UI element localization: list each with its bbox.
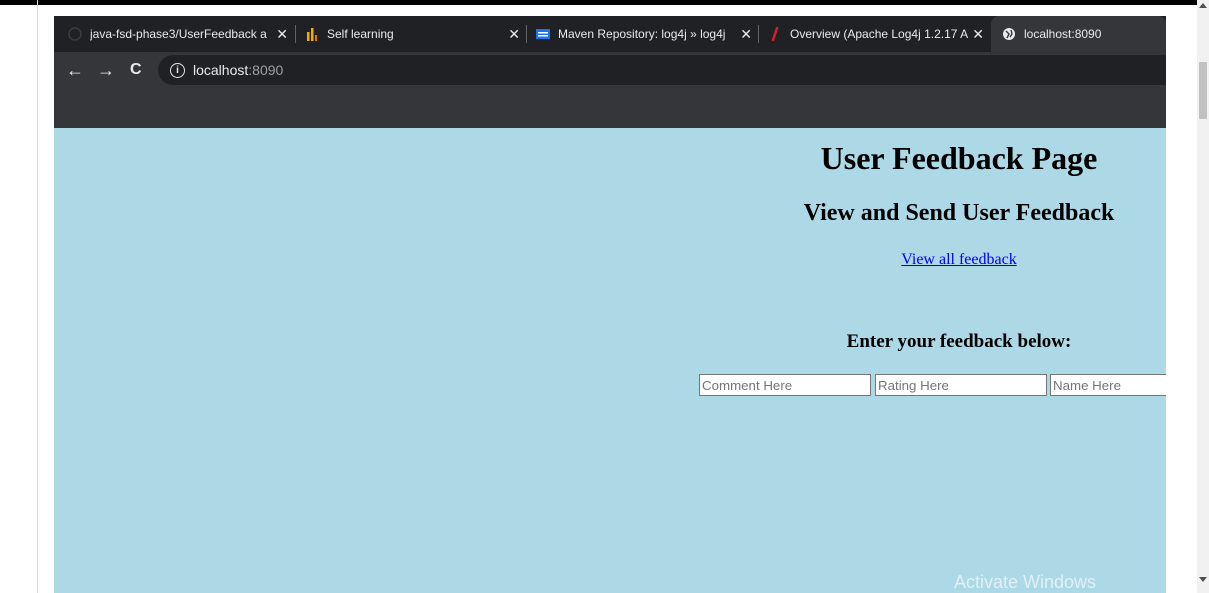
globe-icon — [1002, 27, 1016, 41]
scrollbar-thumb[interactable] — [1199, 62, 1207, 119]
top-border — [0, 0, 1209, 5]
left-divider — [37, 0, 38, 593]
scroll-down-arrow-icon[interactable] — [1199, 577, 1207, 582]
name-input[interactable] — [1050, 374, 1166, 396]
tab-maven[interactable]: Maven Repository: log4j » log4j ✕ — [536, 16, 758, 52]
page-body: User Feedback Page View and Send User Fe… — [54, 128, 1166, 593]
tab-separator — [295, 25, 296, 43]
tab-separator — [526, 25, 527, 43]
tab-github[interactable]: java-fsd-phase3/UserFeedback a ✕ — [68, 16, 294, 52]
back-arrow-icon[interactable]: ← — [66, 61, 84, 79]
activate-windows-watermark: Activate Windows — [954, 572, 1097, 592]
github-icon — [68, 27, 82, 41]
browser-toolbar: ← → C i localhost:8090 — [54, 52, 1166, 90]
close-tab-icon[interactable]: ✕ — [508, 26, 520, 43]
view-all-feedback-link[interactable]: View all feedback — [699, 251, 1166, 269]
tab-localhost[interactable]: localhost:8090 — [991, 16, 1166, 52]
maven-icon — [536, 27, 550, 41]
tab-title: Maven Repository: log4j » log4j — [558, 27, 726, 41]
tab-log4j-overview[interactable]: Overview (Apache Log4j 1.2.17 A ✕ — [768, 16, 990, 52]
url-host: localhost — [193, 62, 249, 78]
chart-icon — [305, 27, 319, 41]
url-port: :8090 — [248, 62, 284, 78]
tab-strip: java-fsd-phase3/UserFeedback a ✕ Self le… — [54, 16, 1166, 52]
tab-self-learning[interactable]: Self learning ✕ — [305, 16, 526, 52]
tab-title: Self learning — [327, 27, 394, 41]
browser-chrome: java-fsd-phase3/UserFeedback a ✕ Self le… — [54, 16, 1166, 128]
feather-icon — [768, 27, 782, 41]
comment-input[interactable] — [699, 374, 871, 396]
close-tab-icon[interactable]: ✕ — [740, 26, 752, 43]
reload-icon[interactable]: C — [130, 61, 142, 79]
page-title: User Feedback Page — [820, 140, 1098, 176]
rating-input[interactable] — [875, 374, 1047, 396]
close-tab-icon[interactable]: ✕ — [972, 26, 984, 43]
forward-arrow-icon[interactable]: → — [97, 61, 115, 79]
page-subtitle: View and Send User Feedback — [803, 200, 1115, 226]
tab-title: localhost:8090 — [1024, 27, 1102, 41]
close-tab-icon[interactable]: ✕ — [276, 26, 288, 43]
tab-title: java-fsd-phase3/UserFeedback a — [90, 27, 267, 41]
tab-title: Overview (Apache Log4j 1.2.17 A — [790, 27, 969, 41]
vertical-scrollbar[interactable] — [1197, 0, 1209, 593]
form-heading: Enter your feedback below: — [846, 331, 1072, 352]
site-info-icon[interactable]: i — [170, 62, 185, 78]
address-bar[interactable]: i localhost:8090 — [158, 55, 1166, 85]
scroll-up-arrow-icon[interactable] — [1199, 3, 1207, 8]
tab-separator — [758, 25, 759, 43]
